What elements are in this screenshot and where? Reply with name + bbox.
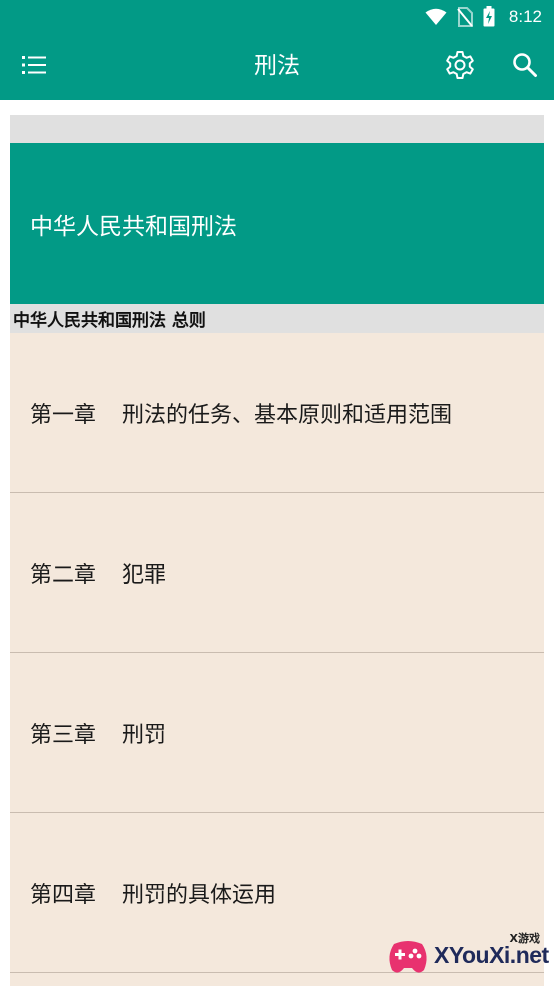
section-header-label: 中华人民共和国刑法 总则 [13, 311, 206, 331]
menu-button[interactable] [18, 51, 50, 83]
app-bar: 刑法 [0, 33, 554, 100]
search-button[interactable] [508, 50, 542, 84]
chapter-title: 刑法的任务、基本原则和适用范围 [122, 402, 453, 428]
search-icon [512, 52, 538, 82]
battery-charging-icon [483, 6, 495, 27]
banner-title: 中华人民共和国刑法 [30, 213, 237, 240]
chapter-item-1[interactable]: 第一章 刑法的任务、基本原则和适用范围 [10, 333, 544, 493]
settings-button[interactable] [443, 50, 477, 84]
chapter-number: 第四章 [30, 882, 97, 908]
app-screen: 8:12 刑法 中华人民共和国刑法 中华人民共和国刑法 总则 第一章 刑法的任务… [0, 0, 554, 986]
watermark-text: XYouXi.net [434, 942, 549, 968]
gamepad-logo-icon [389, 941, 427, 973]
law-list[interactable]: 中华人民共和国刑法 中华人民共和国刑法 总则 第一章 刑法的任务、基本原则和适用范… [10, 115, 544, 986]
chapter-item-2[interactable]: 第二章 犯罪 [10, 493, 544, 653]
wifi-icon [425, 8, 447, 26]
chapter-title: 犯罪 [122, 562, 167, 588]
menu-list-icon [22, 55, 46, 79]
status-time: 8:12 [508, 6, 542, 26]
chapter-number: 第三章 [30, 722, 97, 748]
gear-icon [445, 50, 475, 84]
status-bar: 8:12 [0, 0, 554, 33]
chapter-title: 刑罚的具体运用 [122, 882, 277, 908]
chapter-number: 第一章 [30, 402, 97, 428]
chapter-number: 第二章 [30, 562, 97, 588]
list-top-spacer [10, 115, 544, 143]
no-sim-icon [457, 6, 473, 27]
chapter-item-3[interactable]: 第三章 刑罚 [10, 653, 544, 813]
chapter-title: 刑罚 [122, 722, 167, 748]
section-header: 中华人民共和国刑法 总则 [10, 304, 544, 333]
law-banner[interactable]: 中华人民共和国刑法 [10, 143, 544, 304]
site-watermark: X游戏 XYouXi.net [380, 928, 550, 984]
